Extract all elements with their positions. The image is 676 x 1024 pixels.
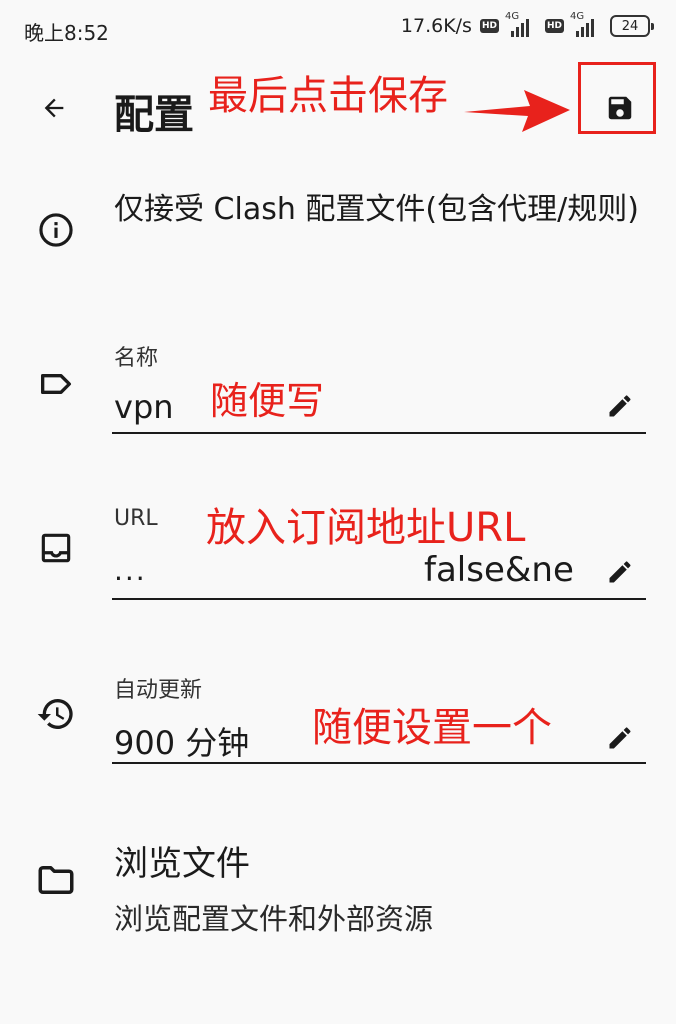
arrow-back-icon <box>44 98 64 118</box>
name-field-label: 名称 <box>114 346 159 371</box>
auto-update-field-label: 自动更新 <box>114 678 203 703</box>
name-field[interactable]: 名称 vpn <box>112 336 646 436</box>
screen: 晚上8:52 17.6K/s HD 4G HD 4G 24 配置 仅接受 Cla… <box>0 0 676 1024</box>
status-time: 晚上8:52 <box>24 21 109 45</box>
folder-icon <box>28 852 84 908</box>
auto-update-edit-button[interactable] <box>600 718 640 758</box>
pencil-icon <box>609 727 631 749</box>
auto-update-field-underline <box>112 762 646 764</box>
network-speed: 17.6K/s <box>400 15 472 37</box>
battery-icon: 24 <box>610 15 654 37</box>
auto-update-field-value: 900 分钟 <box>114 724 250 762</box>
info-text: 仅接受 Clash 配置文件(包含代理/规则) <box>114 192 639 227</box>
hd-badge: HD <box>479 19 499 33</box>
status-bar: 晚上8:52 17.6K/s HD 4G HD 4G 24 <box>0 0 676 58</box>
history-clock-icon <box>28 686 84 742</box>
signal-icon: 4G <box>570 11 604 37</box>
browse-files-subtitle: 浏览配置文件和外部资源 <box>114 902 434 936</box>
name-field-underline <box>112 432 646 434</box>
inbox-tray-icon <box>28 520 84 576</box>
label-tag-icon <box>28 356 84 412</box>
info-circle-icon <box>28 202 84 258</box>
pencil-icon <box>609 561 631 583</box>
browse-files-title: 浏览文件 <box>114 844 250 884</box>
url-field-ellipsis: ... <box>114 554 147 587</box>
annotation-save-hint: 最后点击保存 <box>208 73 448 119</box>
status-indicators: 17.6K/s HD 4G HD 4G 24 <box>400 11 654 37</box>
annotation-url-hint: 放入订阅地址URL <box>206 505 526 551</box>
back-button[interactable] <box>28 84 80 132</box>
annotation-highlight-box <box>578 62 656 134</box>
signal-icon: 4G <box>505 11 539 37</box>
url-field-label: URL <box>114 506 158 531</box>
hd-badge: HD <box>544 19 564 33</box>
name-edit-button[interactable] <box>600 386 640 426</box>
annotation-update-hint: 随便设置一个 <box>312 705 552 751</box>
annotation-name-hint: 随便写 <box>210 379 325 423</box>
url-edit-button[interactable] <box>600 552 640 592</box>
url-field-value: false&ne <box>424 550 574 590</box>
pencil-icon <box>609 395 631 417</box>
page-title: 配置 <box>114 92 194 138</box>
url-field-underline <box>112 598 646 600</box>
annotation-arrow-icon <box>464 90 570 132</box>
name-field-value: vpn <box>114 388 174 426</box>
battery-level: 24 <box>621 18 639 34</box>
